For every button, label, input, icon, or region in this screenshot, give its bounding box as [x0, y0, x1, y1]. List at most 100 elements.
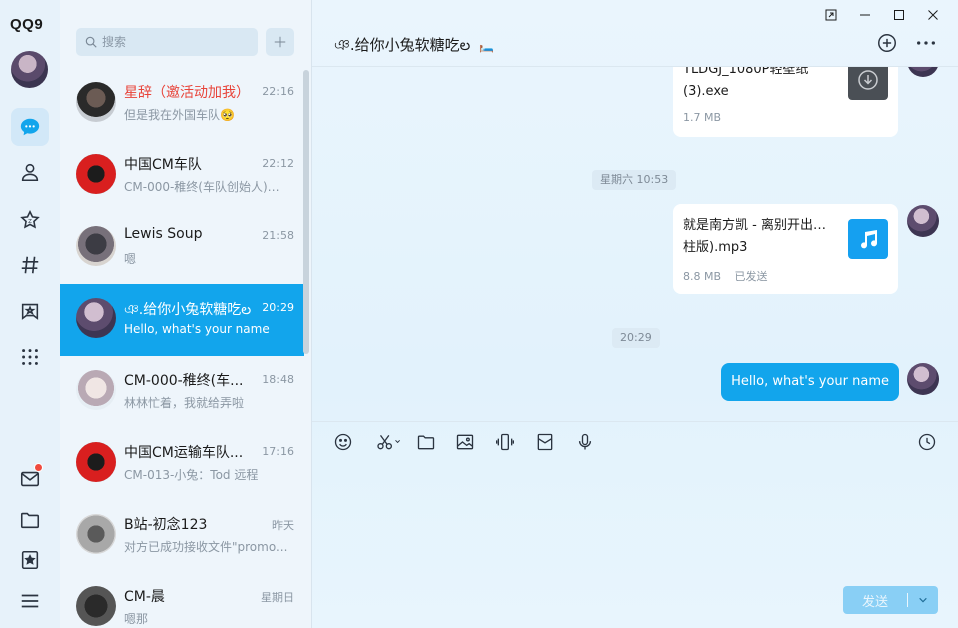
file-status: 已发送 — [734, 270, 768, 283]
avatar — [76, 370, 116, 410]
file-message[interactable]: TLDGJ_1080P轻壁纸 (3).exe 1.7 MB — [673, 67, 898, 137]
file-size: 8.8 MB — [683, 270, 722, 283]
list-scrollbar[interactable] — [303, 70, 309, 354]
conversation-list: 星辞（邀活动加我） 22:16 但是我在外国车队🥺 中国CM车队 22:12 C… — [60, 0, 311, 628]
plus-icon — [274, 36, 286, 48]
space-nav-button[interactable]: Z — [11, 201, 49, 239]
avatar — [76, 298, 116, 338]
close-icon — [928, 10, 938, 20]
contacts-nav-button[interactable] — [11, 153, 49, 191]
hashtag-icon — [21, 256, 39, 274]
minimize-button[interactable] — [848, 5, 882, 25]
conversation-item[interactable]: B站-初念123 昨天 对方已成功接收文件"promo... — [60, 500, 304, 572]
chat-title: ঞ.给你小兔软糖吃ల 🛏️ — [334, 34, 494, 59]
file-message[interactable]: 就是南方凯 - 离别开出… 柱版).mp3 8.8 MB 已发送 — [673, 204, 898, 294]
music-file-icon — [848, 219, 888, 259]
chat-title-text: ঞ.给你小兔软糖吃ల — [334, 36, 471, 54]
minimize-icon — [860, 14, 870, 16]
conversation-item[interactable]: 星辞（邀活动加我） 22:16 但是我在外国车队🥺 — [60, 68, 304, 140]
composer-toolbar — [312, 421, 958, 461]
send-image-button[interactable] — [453, 430, 477, 454]
grid-icon — [22, 349, 38, 365]
clock-icon — [918, 433, 936, 451]
search-input[interactable] — [102, 35, 252, 49]
maximize-button[interactable] — [882, 5, 916, 25]
unread-dot — [34, 463, 43, 472]
file-name: TLDGJ_1080P轻壁纸 (3).exe — [683, 67, 809, 99]
svg-text:Z: Z — [28, 219, 32, 225]
conversation-preview: 嗯那 — [124, 612, 149, 626]
add-button[interactable] — [266, 28, 294, 56]
red-envelope-icon — [537, 433, 553, 451]
game-card-icon — [21, 303, 39, 320]
sender-avatar[interactable] — [907, 67, 939, 77]
conversation-preview: Hello, what's your name — [124, 322, 270, 336]
conversation-time: 21:58 — [262, 229, 294, 242]
timestamp-divider: 星期六 10:53 — [592, 170, 677, 190]
pin-window-button[interactable] — [814, 5, 848, 25]
exe-file-icon — [848, 67, 888, 100]
shake-button[interactable] — [493, 430, 517, 454]
maximize-icon — [894, 10, 904, 20]
favorites-nav-button[interactable] — [11, 541, 49, 579]
conversation-name: Lewis Soup — [124, 226, 203, 242]
file-meta: 8.8 MB 已发送 — [683, 268, 768, 284]
conversation-preview: 但是我在外国车队🥺 — [124, 108, 235, 122]
add-member-button[interactable] — [875, 32, 899, 54]
screenshot-button[interactable] — [370, 430, 406, 454]
conversation-preview: CM-000-稚终(车队创始人)… — [124, 180, 280, 194]
send-file-button[interactable] — [414, 430, 438, 454]
conversation-preview: CM-013-小兔：Tod 远程 — [124, 468, 259, 482]
avatar — [76, 586, 116, 626]
red-packet-button[interactable] — [533, 430, 557, 454]
conversation-preview: 嗯 — [124, 252, 137, 266]
message-input[interactable] — [312, 461, 958, 581]
text-message-bubble[interactable]: Hello, what's your name — [721, 363, 899, 401]
conversation-preview: 林林忙着，我就给弄啦 — [124, 396, 245, 410]
avatar — [76, 442, 116, 482]
history-button[interactable] — [915, 430, 939, 454]
folder-icon — [417, 435, 435, 450]
games-nav-button[interactable] — [11, 292, 49, 330]
conversation-name: ঞ.给你小兔软糖吃ల — [124, 302, 252, 318]
voice-button[interactable] — [573, 430, 597, 454]
my-avatar[interactable] — [11, 51, 48, 88]
more-apps-nav-button[interactable] — [11, 338, 49, 376]
conversation-item[interactable]: 中国CM运输车队... 17:16 CM-013-小兔：Tod 远程 — [60, 428, 304, 500]
chat-panel: ঞ.给你小兔软糖吃ల 🛏️ TLDGJ_1080P轻壁纸 (3).exe 1.7… — [311, 0, 958, 628]
search-box[interactable] — [76, 28, 258, 56]
conversation-item[interactable]: CM-000-稚终(车... 18:48 林林忙着，我就给弄啦 — [60, 356, 304, 428]
conversation-time: 17:16 — [262, 445, 294, 458]
timestamp-divider: 20:29 — [612, 328, 660, 348]
conversation-item[interactable]: Lewis Soup 21:58 嗯 — [60, 212, 304, 284]
files-nav-button[interactable] — [11, 501, 49, 539]
message-area[interactable]: TLDGJ_1080P轻壁纸 (3).exe 1.7 MB 星期六 10:53 … — [312, 67, 958, 421]
emoji-button[interactable] — [331, 430, 355, 454]
chat-bubble-icon — [20, 118, 40, 136]
conversation-name: 中国CM车队 — [124, 157, 202, 173]
conversation-name: CM-晨 — [124, 589, 165, 605]
channel-nav-button[interactable] — [11, 246, 49, 284]
sender-avatar[interactable] — [907, 363, 939, 395]
sender-avatar[interactable] — [907, 205, 939, 237]
avatar — [76, 514, 116, 554]
conversation-item-active[interactable]: ঞ.给你小兔软糖吃ల 20:29 Hello, what's your name — [60, 284, 304, 356]
conversation-item[interactable]: CM-晨 星期日 嗯那 — [60, 572, 304, 628]
image-icon — [456, 434, 474, 450]
scissors-icon — [377, 434, 401, 450]
folder-icon — [20, 512, 40, 529]
file-size: 1.7 MB — [683, 111, 722, 124]
chevron-down-icon — [919, 597, 927, 603]
more-dots-icon — [917, 41, 935, 45]
send-options-button[interactable] — [908, 595, 938, 605]
conversation-time: 昨天 — [272, 519, 294, 532]
mail-nav-button[interactable] — [11, 460, 49, 498]
more-options-button[interactable] — [914, 32, 938, 54]
avatar — [76, 82, 116, 122]
send-button[interactable]: 发送 — [843, 586, 938, 614]
conversation-item[interactable]: 中国CM车队 22:12 CM-000-稚终(车队创始人)… — [60, 140, 304, 212]
close-button[interactable] — [916, 5, 950, 25]
search-icon — [85, 36, 97, 48]
messages-nav-button[interactable] — [11, 108, 49, 146]
main-menu-button[interactable] — [11, 582, 49, 620]
